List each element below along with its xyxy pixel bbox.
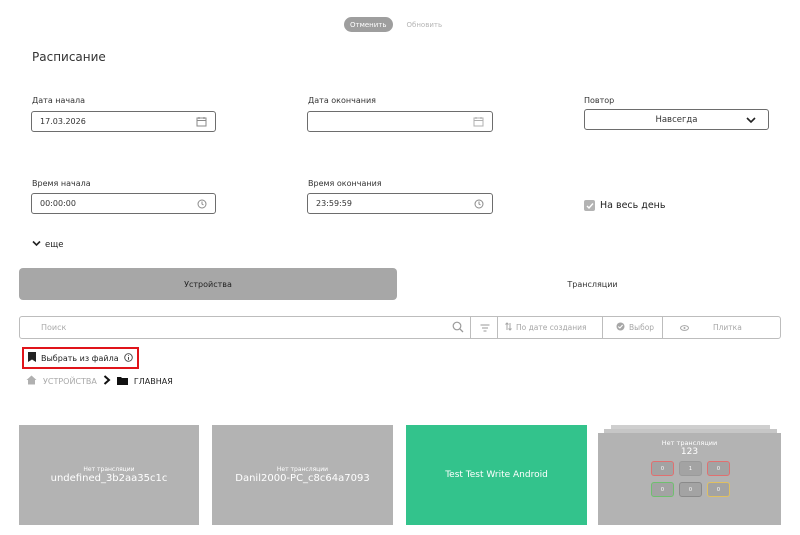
filter-toolbar: Поиск По дате создания Выбор Плитка [19,316,781,339]
all-day-checkbox[interactable]: На весь день [584,200,666,211]
start-date-field[interactable]: 17.03.2026 [31,111,216,132]
divider [662,317,663,338]
check-circle-icon [616,322,625,333]
tab-broadcasts[interactable]: Трансляции [400,268,785,300]
group-counter: 0 [679,482,702,497]
sort-icon [505,322,512,333]
filter-icon[interactable] [475,317,495,338]
device-status: Нет трансляции [83,466,135,473]
eye-icon[interactable] [680,317,689,338]
device-name: Danil2000-PC_c8c64a7093 [235,473,370,484]
checkbox-checked-icon[interactable] [584,200,595,211]
search-input[interactable]: Поиск [20,317,470,338]
page-title: Расписание [32,50,106,64]
tab-devices[interactable]: Устройства [19,268,397,300]
group-counter: 1 [679,461,702,476]
search-placeholder: Поиск [41,323,67,332]
group-counter: 0 [651,461,674,476]
all-day-label: На весь день [600,200,666,211]
info-icon[interactable] [123,352,133,364]
top-actions: Отменить Обновить [344,17,442,32]
file-icon [28,352,36,364]
view-mode-label: Плитка [713,323,742,332]
sort-label: По дате создания [516,323,587,332]
more-toggle[interactable]: еще [32,240,63,250]
cancel-button[interactable]: Отменить [344,17,393,32]
chevron-down-icon [32,240,41,250]
device-tile[interactable]: Test Test Write Android [406,425,587,525]
group-status: Нет трансляции [661,439,718,447]
clock-icon[interactable] [197,199,207,209]
start-time-value: 00:00:00 [40,199,76,208]
device-tile[interactable]: Нет трансляции undefined_3b2aa35c1c [19,425,199,525]
home-icon[interactable] [26,375,37,387]
repeat-select[interactable]: Навсегда [584,109,769,130]
repeat-label: Повтор [584,96,615,105]
divider [602,317,603,338]
select-mode-button[interactable]: Выбор [616,317,654,338]
select-from-file-button[interactable]: Выбрать из файла [22,347,139,369]
end-time-label: Время окончания [308,179,382,188]
group-counters: 0 1 0 0 0 0 [651,461,731,497]
more-label: еще [45,240,64,250]
breadcrumb: УСТРОЙСТВА ГЛАВНАЯ [26,375,173,387]
group-name: 123 [680,447,699,457]
device-name: Test Test Write Android [445,470,548,480]
view-mode-button[interactable]: Плитка [713,317,742,338]
divider [497,317,498,338]
group-counter: 0 [707,461,730,476]
breadcrumb-current: ГЛАВНАЯ [133,376,173,386]
repeat-value: Навсегда [655,114,698,125]
device-name: undefined_3b2aa35c1c [50,473,168,484]
calendar-icon[interactable] [473,116,484,127]
update-button[interactable]: Обновить [407,21,443,29]
group-counter: 0 [651,482,674,497]
end-date-label: Дата окончания [308,96,376,105]
start-time-field[interactable]: 00:00:00 [31,193,216,214]
clock-icon[interactable] [474,199,484,209]
sort-button[interactable]: По дате создания [505,317,587,338]
device-status: Нет трансляции [276,466,329,473]
divider [470,317,471,338]
start-time-label: Время начала [32,179,91,188]
group-tile[interactable]: Нет трансляции 123 0 1 0 0 0 0 [598,433,781,525]
end-time-value: 23:59:59 [316,199,352,208]
breadcrumb-root[interactable]: УСТРОЙСТВА [43,377,97,386]
calendar-icon[interactable] [196,116,207,127]
chevron-down-icon [746,115,756,128]
start-date-value: 17.03.2026 [40,117,86,126]
chevron-right-icon [103,375,111,387]
start-date-label: Дата начала [32,96,86,105]
select-from-file-label: Выбрать из файла [41,353,119,363]
select-mode-label: Выбор [629,323,655,332]
folder-icon [116,376,128,387]
end-date-field[interactable] [307,111,493,132]
device-tile[interactable]: Нет трансляции Danil2000-PC_c8c64a7093 [212,425,393,525]
group-counter: 0 [707,482,730,497]
search-icon[interactable] [452,321,464,335]
end-time-field[interactable]: 23:59:59 [307,193,493,214]
